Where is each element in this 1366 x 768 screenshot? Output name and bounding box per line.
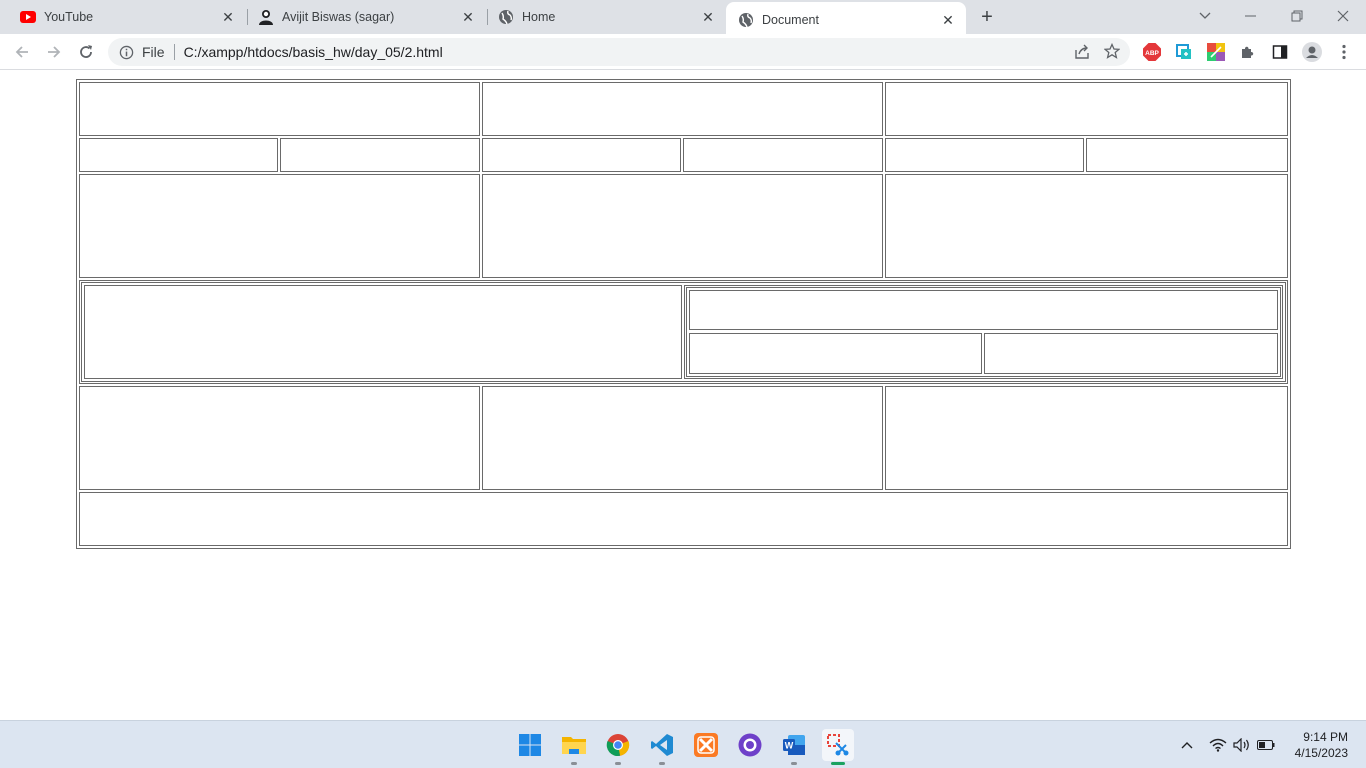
table-cell [482,138,681,172]
svg-text:ABP: ABP [1145,50,1159,57]
table-cell [482,82,883,136]
show-hidden-icons-chevron-icon[interactable] [1178,735,1196,755]
system-clock[interactable]: 9:14 PM 4/15/2023 [1295,729,1348,761]
tab-title: YouTube [44,10,94,24]
minimize-icon[interactable] [1237,4,1265,28]
running-indicator [615,762,621,765]
scheme-label: File [142,44,165,60]
close-icon[interactable]: ✕ [698,7,718,27]
table-cell [482,386,883,490]
tab-avijit-biswas[interactable]: Avijit Biswas (sagar) ✕ [248,0,486,34]
globe-icon [498,9,514,25]
tab-search-chevron-icon[interactable] [1191,4,1219,28]
github-desktop-icon[interactable] [734,729,766,761]
tab-title: Document [762,13,819,27]
vscode-icon[interactable] [646,729,678,765]
running-indicator [571,762,577,765]
share-icon[interactable] [1074,44,1090,63]
svg-text:W: W [785,741,794,751]
nested-table-cell [84,285,682,379]
puzzle-icon[interactable] [1238,42,1258,62]
running-indicator [659,762,665,765]
url-text[interactable]: C:/xampp/htdocs/basis_hw/day_05/2.html [184,44,443,60]
close-icon[interactable]: ✕ [218,7,238,27]
close-window-icon[interactable] [1329,4,1357,28]
table-cell [79,492,1288,546]
wifi-icon[interactable] [1208,735,1228,755]
page-viewport [0,71,1366,720]
table-cell [885,386,1288,490]
table-cell [79,174,480,278]
side-panel-icon[interactable] [1270,42,1290,62]
browser-toolbar: File C:/xampp/htdocs/basis_hw/day_05/2.h… [0,34,1366,70]
tab-document[interactable]: Document ✕ [726,2,966,38]
file-explorer-icon[interactable] [558,729,590,765]
snipping-tool-icon[interactable] [822,729,854,765]
tab-youtube[interactable]: YouTube ✕ [0,0,246,34]
clock-time: 9:14 PM [1303,730,1348,744]
windows-start-icon[interactable] [514,729,546,761]
word-icon[interactable]: W [778,729,810,765]
youtube-icon [20,9,36,25]
windows-taskbar: W 9:14 PM 4/15/2023 [0,720,1366,768]
color-picker-icon[interactable] [1206,42,1226,62]
abp-icon[interactable]: ABP [1142,42,1162,62]
chrome-icon[interactable] [602,729,634,765]
tab-home[interactable]: Home ✕ [488,0,726,34]
battery-icon[interactable] [1256,735,1276,755]
tab-title: Home [522,10,556,24]
back-icon[interactable] [8,38,36,66]
inner-nested-cell [689,333,982,374]
table-cell [79,138,278,172]
active-indicator [831,762,845,765]
table-cell [885,174,1288,278]
running-indicator [791,762,797,765]
table-cell [280,138,480,172]
forward-icon[interactable] [40,38,68,66]
info-icon[interactable] [118,44,134,60]
address-bar[interactable]: File C:/xampp/htdocs/basis_hw/day_05/2.h… [108,38,1130,66]
restore-icon[interactable] [1283,4,1311,28]
profile-icon[interactable] [1302,42,1322,62]
globe-icon [738,12,754,28]
user-silhouette-icon [258,9,274,25]
table-cell [1086,138,1288,172]
reload-icon[interactable] [72,38,100,66]
xampp-icon[interactable] [690,729,722,761]
bookmark-star-icon[interactable] [1103,42,1121,62]
omnibox-divider [173,44,175,60]
tab-strip: YouTube ✕ Avijit Biswas (sagar) ✕ Home ✕… [0,0,1366,38]
inner-nested-cell [984,333,1278,374]
volume-icon[interactable] [1232,735,1252,755]
clock-date: 4/15/2023 [1294,746,1348,760]
table-cell [79,386,480,490]
tab-title: Avijit Biswas (sagar) [282,10,395,24]
table-cell [683,138,883,172]
new-tab-button[interactable]: + [976,6,998,28]
table-cell [885,138,1084,172]
screen-capture-icon[interactable] [1174,42,1194,62]
close-icon[interactable]: ✕ [938,10,958,30]
close-icon[interactable]: ✕ [458,7,478,27]
table-cell [79,82,480,136]
table-cell [482,174,883,278]
table-cell [885,82,1288,136]
inner-nested-cell [689,290,1278,330]
kebab-menu-icon[interactable] [1334,42,1354,62]
